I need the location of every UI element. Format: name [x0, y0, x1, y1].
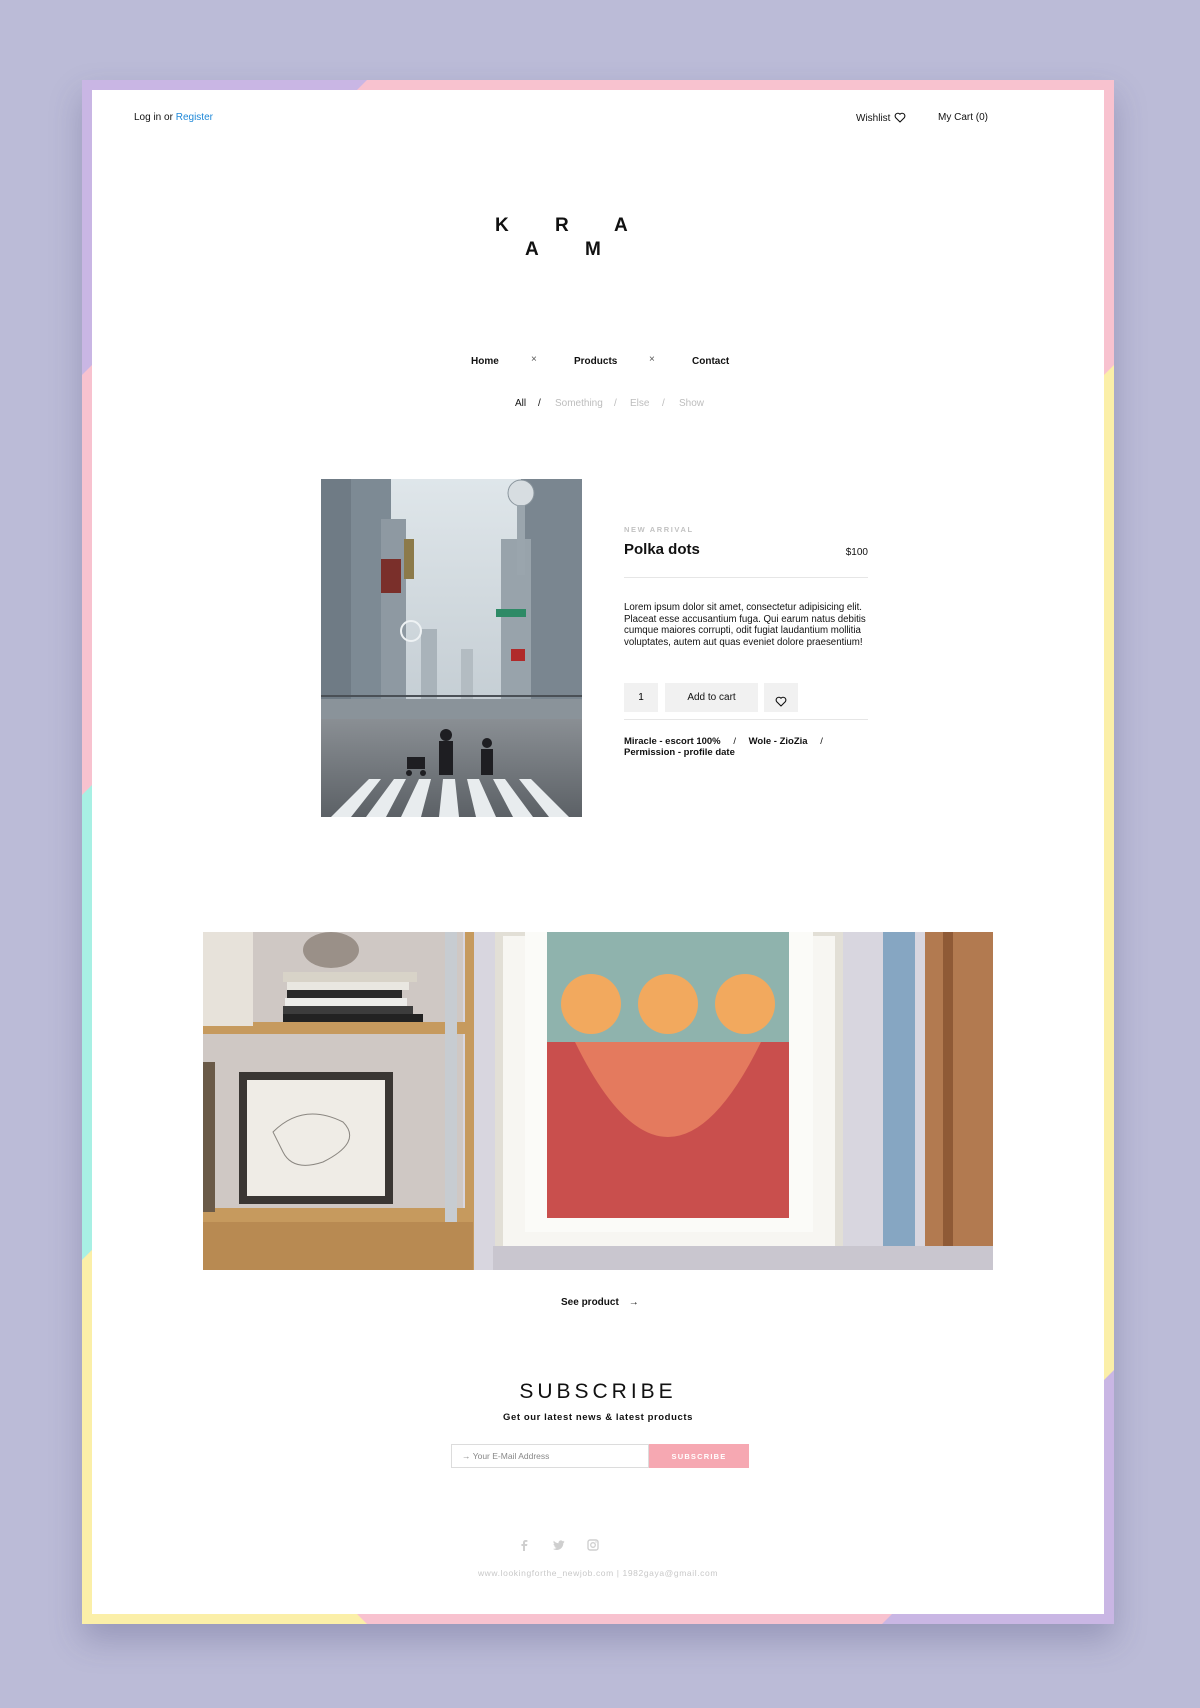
heart-icon [775, 696, 787, 707]
tag-link[interactable]: Permission - profile date [624, 747, 735, 758]
twitter-icon[interactable] [553, 1538, 565, 1556]
subscribe-button[interactable]: SUBSCRIBE [649, 1444, 749, 1468]
page-frame: Log in or Register Wishlist My Cart (0) … [82, 80, 1114, 1624]
tag-link[interactable]: Miracle - escort 100% [624, 736, 721, 747]
footer-contact: www.lookingforthe_newjob.com | 1982gaya@… [477, 1568, 719, 1578]
logo-letter: A [614, 215, 628, 236]
filter-something[interactable]: Something [555, 398, 603, 409]
product-description: Lorem ipsum dolor sit amet, consectetur … [624, 602, 866, 648]
shelf-and-framed-art-photo [203, 932, 993, 1270]
divider [624, 577, 868, 578]
add-to-wishlist-button[interactable] [764, 683, 798, 712]
add-to-cart-button[interactable]: Add to cart [665, 683, 758, 712]
subscribe-subtitle: Get our latest news & latest products [502, 1412, 694, 1423]
featured-banner-image[interactable] [203, 932, 993, 1270]
tag-separator: / [733, 736, 736, 747]
subscribe-title: SUBSCRIBE [519, 1380, 677, 1403]
nav-home[interactable]: Home [471, 356, 499, 367]
logo-letter: A [525, 239, 539, 260]
product-image[interactable] [321, 479, 582, 817]
divider [624, 719, 868, 720]
filter-separator: / [662, 398, 665, 409]
see-product-label: See product [561, 1297, 619, 1308]
filter-else[interactable]: Else [630, 398, 649, 409]
arrow-right-icon: → [628, 1297, 639, 1308]
instagram-icon[interactable] [587, 1538, 599, 1556]
nav-separator: × [649, 354, 655, 365]
filter-separator: / [538, 398, 541, 409]
logo-letter: M [585, 239, 601, 260]
nav-separator: × [531, 354, 537, 365]
see-product-link[interactable]: See product → [561, 1297, 639, 1308]
email-input[interactable] [451, 1444, 649, 1468]
nav-contact[interactable]: Contact [692, 356, 729, 367]
filter-all[interactable]: All [515, 398, 526, 409]
filter-separator: / [614, 398, 617, 409]
quantity-input[interactable] [624, 683, 658, 712]
logo-letter: R [555, 215, 569, 236]
product-price: $100 [845, 547, 868, 558]
nav-products[interactable]: Products [574, 356, 617, 367]
product-title: Polka dots [624, 541, 700, 558]
city-street-photo [321, 479, 582, 817]
product-badge: NEW ARRIVAL [624, 525, 694, 534]
brand-logo[interactable]: K R A A M [92, 90, 1104, 350]
tag-separator: / [820, 736, 823, 747]
store-page: Log in or Register Wishlist My Cart (0) … [92, 90, 1104, 1614]
tag-link[interactable]: Wole - ZioZia [749, 736, 808, 747]
facebook-icon[interactable] [519, 1538, 529, 1556]
logo-letter: K [495, 215, 509, 236]
filter-show[interactable]: Show [679, 398, 704, 409]
product-tags: Miracle - escort 100% / Wole - ZioZia/Perm… [624, 736, 872, 758]
